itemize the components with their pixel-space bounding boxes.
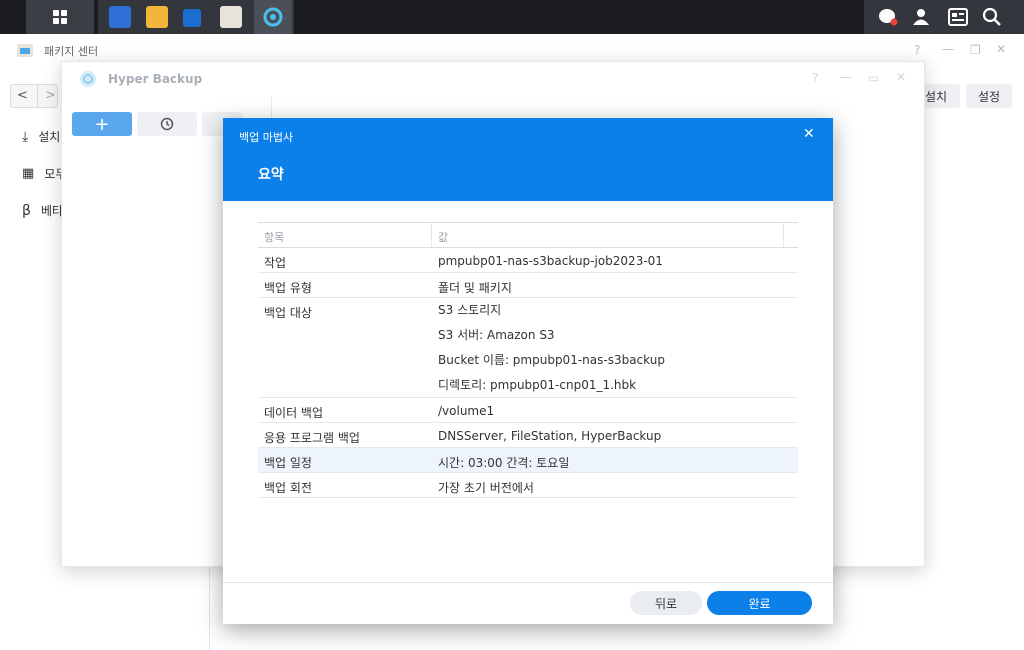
search-icon[interactable] (982, 7, 1002, 27)
sidebar-item-beta[interactable]: β 베타 (22, 202, 63, 219)
row-value: 가장 초기 버전에서 (438, 481, 534, 495)
taskbar-apps (98, 0, 294, 34)
minimize-icon[interactable]: — (942, 42, 954, 56)
row-value: 시간: 03:00 간격: 토요일 (438, 456, 570, 470)
settings-button[interactable]: 설정 (966, 84, 1012, 108)
folder-icon[interactable] (146, 6, 168, 28)
done-button[interactable]: 완료 (707, 591, 812, 615)
forward-arrow-icon[interactable]: > (45, 88, 56, 103)
history-icon (160, 117, 174, 131)
row-value-list: S3 스토리지 S3 서버: Amazon S3 Bucket 이름: pmpu… (438, 298, 665, 398)
drive-icon[interactable] (183, 9, 201, 27)
minimize-icon[interactable]: — (840, 70, 852, 84)
hyper-backup-titlebar: Hyper Backup ? — ▭ ✕ (62, 62, 924, 96)
table-row: 백업 유형 폴더 및 패키지 (258, 273, 798, 298)
main-menu-button[interactable] (26, 0, 94, 34)
file-station-icon[interactable] (109, 6, 131, 28)
row-value: S3 스토리지 (438, 303, 502, 317)
sidebar-item-label: 베타 (40, 204, 64, 218)
row-key: 백업 일정 (264, 456, 312, 470)
restore-button[interactable] (137, 112, 197, 136)
main-menu-icon (53, 10, 67, 24)
add-backup-button[interactable]: + (72, 112, 132, 136)
row-key: 백업 유형 (264, 281, 312, 295)
package-center-icon (17, 44, 33, 57)
sidebar-item-install[interactable]: ⤓ 설치 (22, 128, 60, 145)
download-icon: ⤓ (22, 128, 29, 145)
column-header-item: 항목 (264, 231, 285, 244)
table-row: 데이터 백업 /volume1 (258, 398, 798, 423)
backup-wizard-dialog: 백업 마법사 ✕ 요약 항목 값 작업 pmpubp01-nas-s3backu… (223, 118, 833, 624)
footer-divider (223, 582, 833, 583)
taskbar-tray (864, 0, 1024, 34)
wizard-header: 백업 마법사 ✕ 요약 (223, 118, 833, 201)
hyper-backup-title: Hyper Backup (108, 72, 203, 86)
column-header-value: 값 (438, 231, 449, 244)
user-icon[interactable] (912, 8, 930, 26)
close-icon[interactable]: ✕ (896, 70, 906, 84)
restore-icon[interactable]: ❐ (970, 43, 981, 57)
row-key: 작업 (264, 256, 287, 270)
row-value: DNSServer, FileStation, HyperBackup (438, 429, 662, 443)
sidebar-item-label: 설치 (38, 130, 61, 144)
table-row: 백업 대상 S3 스토리지 S3 서버: Amazon S3 Bucket 이름… (258, 298, 798, 398)
sidebar-item-all[interactable]: ▦ 모두 (22, 165, 66, 182)
table-header: 항목 값 (258, 222, 798, 248)
row-value: pmpubp01-nas-s3backup-job2023-01 (438, 254, 663, 268)
wizard-title: 백업 마법사 (239, 131, 294, 144)
taskbar (0, 0, 1024, 34)
chat-icon[interactable] (878, 8, 898, 26)
row-key: 백업 회전 (264, 481, 312, 495)
row-value: /volume1 (438, 404, 495, 418)
hyper-backup-icon (263, 7, 283, 27)
help-icon[interactable]: ? (914, 43, 920, 57)
widget-icon[interactable] (948, 8, 968, 26)
table-row: 작업 pmpubp01-nas-s3backup-job2023-01 (258, 248, 798, 273)
nav-buttons: < > (10, 84, 58, 108)
help-icon[interactable]: ? (812, 71, 818, 85)
package-center-title: 패키지 센터 (44, 45, 99, 58)
row-value: Bucket 이름: pmpubp01-nas-s3backup (438, 353, 665, 367)
wizard-subtitle: 요약 (258, 167, 284, 183)
maximize-icon[interactable]: ▭ (868, 71, 879, 85)
hyper-backup-icon (80, 71, 96, 87)
table-row: 백업 회전 가장 초기 버전에서 (258, 473, 798, 498)
row-key: 데이터 백업 (264, 406, 324, 420)
table-row: 백업 일정 시간: 03:00 간격: 토요일 (258, 448, 798, 473)
row-key: 백업 대상 (264, 306, 312, 320)
row-value: 폴더 및 패키지 (438, 281, 512, 295)
hyper-backup-taskbar-button[interactable] (254, 0, 292, 34)
back-button[interactable]: 뒤로 (630, 591, 702, 615)
row-key: 응용 프로그램 백업 (264, 431, 360, 445)
close-icon[interactable]: ✕ (803, 126, 815, 142)
table-row: 응용 프로그램 백업 DNSServer, FileStation, Hyper… (258, 423, 798, 448)
back-arrow-icon[interactable]: < (17, 88, 28, 103)
beta-icon: β (22, 202, 31, 219)
row-value: S3 서버: Amazon S3 (438, 328, 555, 342)
package-center-icon[interactable] (220, 6, 242, 28)
row-value: 디렉토리: pmpubp01-cnp01_1.hbk (438, 378, 637, 392)
summary-table: 항목 값 작업 pmpubp01-nas-s3backup-job2023-01… (258, 222, 798, 498)
close-icon[interactable]: ✕ (996, 42, 1006, 56)
grid-icon: ▦ (22, 166, 35, 181)
